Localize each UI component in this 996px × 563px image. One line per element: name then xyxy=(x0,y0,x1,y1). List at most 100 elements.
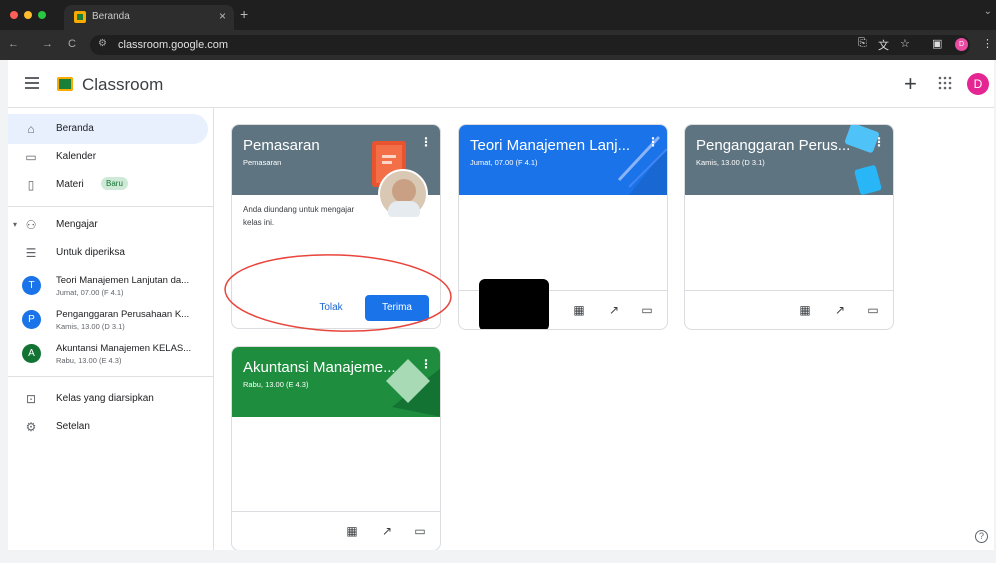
sidebar-divider xyxy=(8,376,214,377)
address-bar-row: ← → C ⚙ classroom.google.com ⎘ 文 ☆ ▣ D ⋮ xyxy=(0,30,996,60)
sidebar-item-label: Setelan xyxy=(56,421,90,432)
class-avatar: A xyxy=(22,344,41,363)
card-header[interactable]: Teori Manajemen Lanj... Jumat, 07.00 (F … xyxy=(459,125,667,195)
expand-caret-icon[interactable]: ▾ xyxy=(8,218,22,232)
minimize-window-dot[interactable] xyxy=(24,11,32,19)
sidebar-item-mengajar[interactable]: ▾ ⚇ Mengajar xyxy=(8,210,208,240)
sidebar-item-label: Materi xyxy=(56,179,84,190)
home-icon: ⌂ xyxy=(27,122,35,136)
sidebar-item-label: Beranda xyxy=(56,123,94,134)
new-badge: Baru xyxy=(101,177,128,190)
gradebook-icon[interactable]: ▦ xyxy=(572,303,586,317)
main-menu-icon[interactable] xyxy=(25,77,39,89)
sidebar-item-label: Kalender xyxy=(56,151,97,162)
card-more-icon[interactable]: ⋮ xyxy=(647,135,659,149)
classroom-favicon-icon xyxy=(74,11,86,23)
cast-icon[interactable]: ⎘ xyxy=(858,37,867,50)
class-schedule: Jumat, 07.00 (F 4.1) xyxy=(56,288,124,297)
archive-icon: ⊡ xyxy=(25,392,37,406)
sidebar-item-archived[interactable]: ⊡ Kelas yang diarsipkan xyxy=(8,384,208,414)
card-more-icon[interactable]: ⋮ xyxy=(420,135,432,149)
card-more-icon[interactable]: ⋮ xyxy=(873,135,885,149)
gradebook-icon[interactable]: ▦ xyxy=(798,303,812,317)
sidebar-item-kalender[interactable]: ▭ Kalender xyxy=(8,142,208,172)
class-name: Akuntansi Manajemen KELAS... xyxy=(56,343,192,354)
url-text[interactable]: classroom.google.com xyxy=(118,39,228,51)
class-avatar: P xyxy=(22,310,41,329)
help-icon[interactable]: ? xyxy=(975,530,988,543)
card-title[interactable]: Penganggaran Perus... xyxy=(696,137,850,154)
app-header: Classroom + D xyxy=(8,60,994,108)
tab-search-chevron-icon[interactable]: ⌄ xyxy=(984,6,992,17)
forward-arrow-icon[interactable]: → xyxy=(42,38,53,50)
card-title[interactable]: Teori Manajemen Lanj... xyxy=(470,137,630,154)
bookmark-star-icon[interactable]: ☆ xyxy=(900,37,910,50)
trending-icon[interactable]: ↗ xyxy=(833,303,847,317)
teacher-avatar xyxy=(378,169,428,219)
calendar-icon: ▭ xyxy=(25,150,37,164)
card-subtitle: Rabu, 13.00 (E 4.3) xyxy=(243,380,309,389)
card-title[interactable]: Akuntansi Manajeme... xyxy=(243,359,396,376)
browser-window: Beranda × + ⌄ ← → C ⚙ classroom.google.c… xyxy=(0,0,996,563)
trending-icon[interactable]: ↗ xyxy=(380,524,394,538)
sidebar-item-label: Kelas yang diarsipkan xyxy=(56,393,154,404)
sidebar-item-materi[interactable]: ▯ Materi Baru xyxy=(8,170,208,200)
translate-icon[interactable]: 文 xyxy=(878,37,889,53)
tab-close-icon[interactable]: × xyxy=(219,9,226,23)
trending-icon[interactable]: ↗ xyxy=(607,303,621,317)
folder-icon[interactable]: ▭ xyxy=(413,524,427,538)
materials-icon: ▯ xyxy=(27,178,35,192)
side-panel-icon[interactable]: ▣ xyxy=(932,37,942,50)
class-card[interactable]: Akuntansi Manajeme... Rabu, 13.00 (E 4.3… xyxy=(231,346,441,550)
teaching-icon: ⚇ xyxy=(25,218,37,232)
apps-grid-icon[interactable] xyxy=(938,76,952,90)
card-subtitle: Kamis, 13.00 (D 3.1) xyxy=(696,158,765,167)
class-card[interactable]: Teori Manajemen Lanj... Jumat, 07.00 (F … xyxy=(458,124,668,330)
review-icon: ☰ xyxy=(25,246,37,260)
gear-icon: ⚙ xyxy=(25,420,37,434)
card-footer: ▦ ↗ ▭ xyxy=(459,279,667,329)
class-avatar: T xyxy=(22,276,41,295)
card-title[interactable]: Pemasaran xyxy=(243,137,320,154)
sidebar-class-item[interactable]: A Akuntansi Manajemen KELAS... Rabu, 13.… xyxy=(8,338,214,372)
back-arrow-icon[interactable]: ← xyxy=(8,38,19,50)
tab-title: Beranda xyxy=(92,11,130,22)
browser-menu-icon[interactable]: ⋮ xyxy=(982,37,993,50)
reload-icon[interactable]: C xyxy=(68,38,76,50)
invite-message: Anda diundang untuk mengajar kelas ini. xyxy=(243,205,355,227)
new-tab-icon[interactable]: + xyxy=(240,6,248,22)
card-footer: ▦ ↗ ▭ xyxy=(685,290,893,329)
create-join-class-icon[interactable]: + xyxy=(904,71,917,97)
red-annotation-ellipse xyxy=(224,254,452,332)
site-settings-icon[interactable]: ⚙ xyxy=(98,38,107,49)
account-avatar[interactable]: D xyxy=(967,73,989,95)
browser-tab[interactable]: Beranda × xyxy=(64,5,234,30)
sidebar-class-item[interactable]: T Teori Manajemen Lanjutan da... Jumat, … xyxy=(8,270,214,304)
folder-icon[interactable]: ▭ xyxy=(640,303,654,317)
class-schedule: Kamis, 13.00 (D 3.1) xyxy=(56,322,125,331)
sidebar-item-untuk-diperiksa[interactable]: ☰ Untuk diperiksa xyxy=(8,238,208,268)
classroom-logo-icon[interactable] xyxy=(57,77,73,91)
card-more-icon[interactable]: ⋮ xyxy=(420,357,432,371)
sidebar-item-label: Mengajar xyxy=(56,219,98,230)
sidebar: ⌂ Beranda ▭ Kalender ▯ Materi Baru ▾ ⚇ M… xyxy=(8,108,214,550)
gradebook-icon[interactable]: ▦ xyxy=(345,524,359,538)
card-subtitle: Pemasaran xyxy=(243,158,282,167)
card-header[interactable]: Penganggaran Perus... Kamis, 13.00 (D 3.… xyxy=(685,125,893,195)
maximize-window-dot[interactable] xyxy=(38,11,46,19)
card-header[interactable]: Akuntansi Manajeme... Rabu, 13.00 (E 4.3… xyxy=(232,347,440,417)
tab-bar: Beranda × + ⌄ xyxy=(0,0,996,30)
class-name: Penganggaran Perusahaan K... xyxy=(56,309,190,320)
omnibox[interactable]: ⚙ classroom.google.com xyxy=(90,35,970,55)
sidebar-item-settings[interactable]: ⚙ Setelan xyxy=(8,412,208,442)
sidebar-item-beranda[interactable]: ⌂ Beranda xyxy=(8,114,208,144)
browser-profile-avatar[interactable]: D xyxy=(955,38,968,51)
sidebar-class-item[interactable]: P Penganggaran Perusahaan K... Kamis, 13… xyxy=(8,304,214,338)
class-name: Teori Manajemen Lanjutan da... xyxy=(56,275,190,286)
close-window-dot[interactable] xyxy=(10,11,18,19)
classroom-page: Classroom + D ⌂ Beranda ▭ Kalender ▯ Mat… xyxy=(8,60,994,550)
redacted-block xyxy=(479,279,549,329)
class-card[interactable]: Penganggaran Perus... Kamis, 13.00 (D 3.… xyxy=(684,124,894,330)
app-title[interactable]: Classroom xyxy=(82,75,163,95)
folder-icon[interactable]: ▭ xyxy=(866,303,880,317)
